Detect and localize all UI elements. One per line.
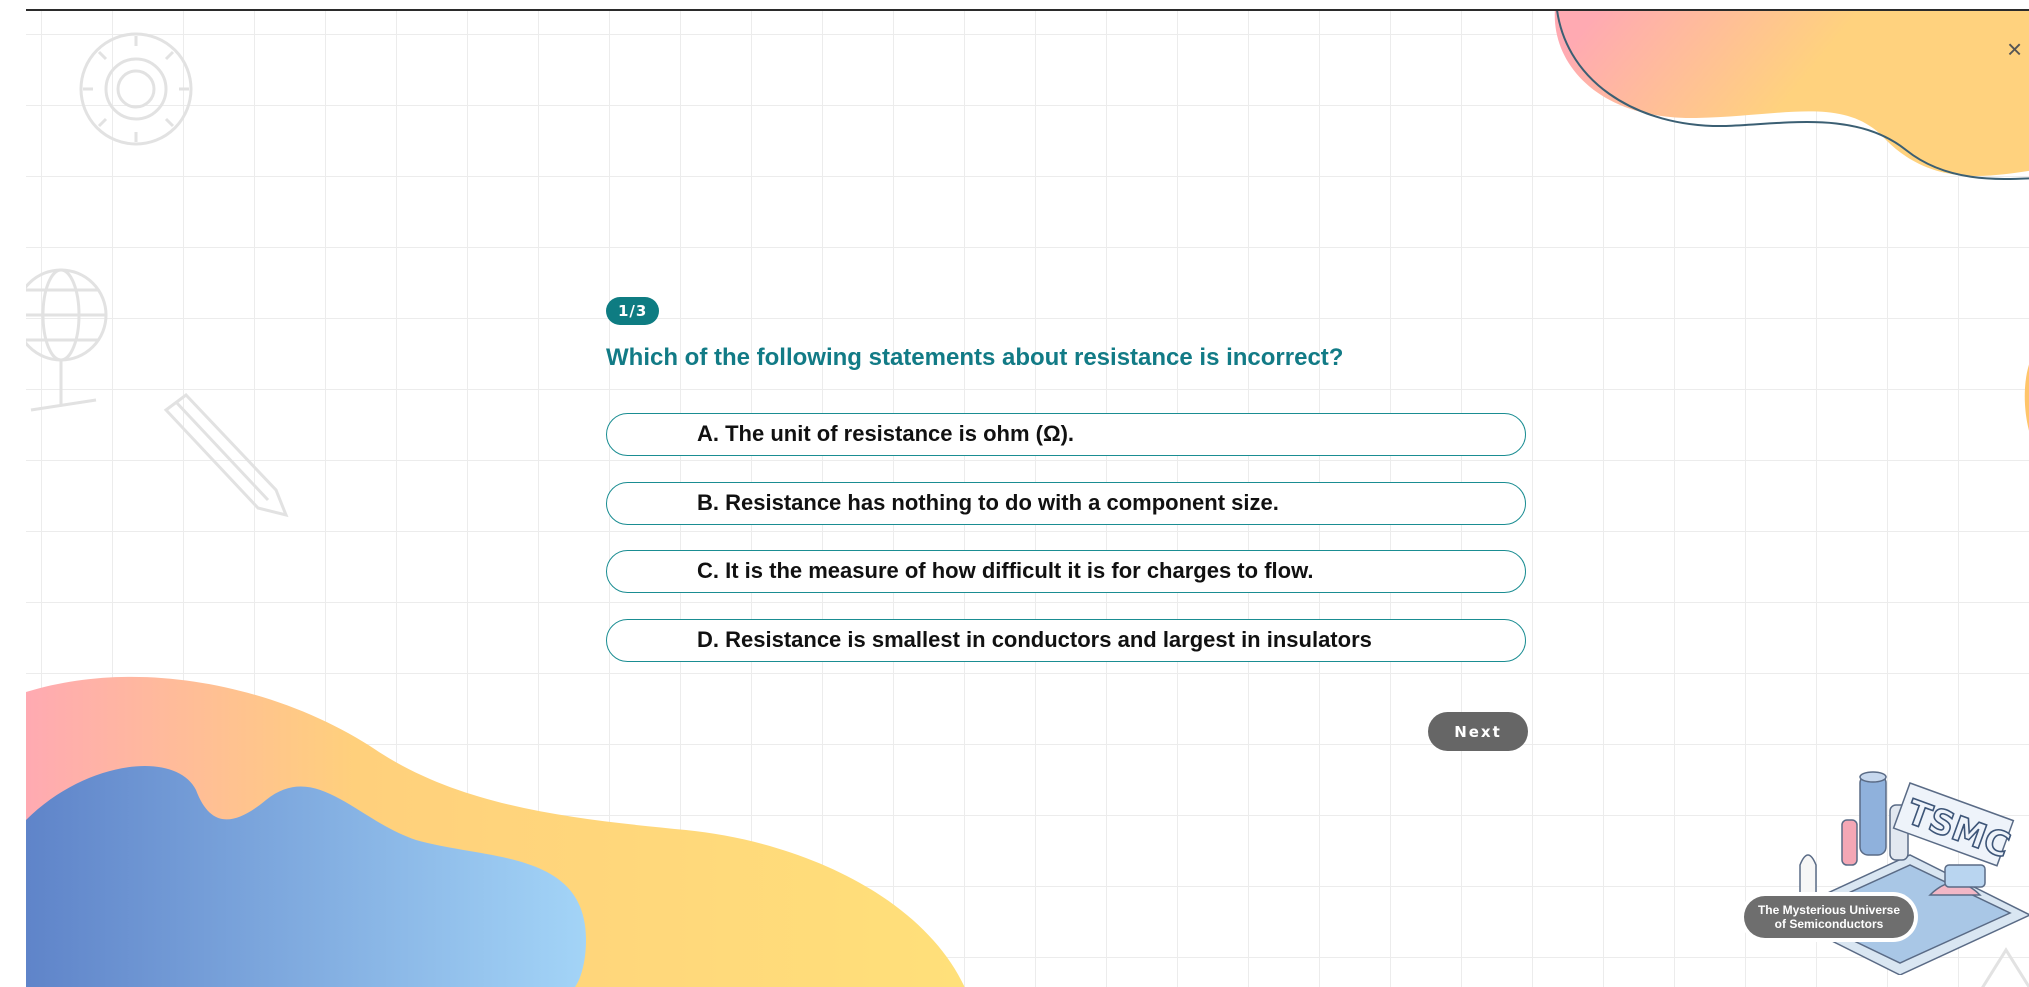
option-a[interactable]: A. The unit of resistance is ohm (Ω). [606, 413, 1526, 456]
decorative-doodle-bottom-right [1981, 947, 2029, 987]
option-c-label: C. It is the measure of how difficult it… [697, 558, 1314, 583]
option-b[interactable]: B. Resistance has nothing to do with a c… [606, 482, 1526, 525]
decorative-blob-top-right [1554, 10, 2029, 180]
logo-caption-line2: of Semiconductors [1774, 917, 1884, 931]
pencil-icon [163, 392, 289, 518]
decorative-blob-bottom-left [26, 676, 965, 987]
close-icon[interactable]: × [2007, 34, 2029, 64]
option-b-label: B. Resistance has nothing to do with a c… [697, 490, 1279, 515]
option-c[interactable]: C. It is the measure of how difficult it… [606, 550, 1526, 593]
logo-caption-badge: The Mysterious Universe of Semiconductor… [1744, 896, 1914, 938]
globe-icon [26, 268, 108, 412]
decorative-blob-right-edge [2024, 364, 2029, 431]
option-d[interactable]: D. Resistance is smallest in conductors … [606, 619, 1526, 662]
next-button[interactable]: Next [1428, 712, 1528, 751]
progress-badge: 1/3 [606, 297, 660, 325]
top-border-line [26, 9, 2029, 11]
option-a-label: A. The unit of resistance is ohm (Ω). [697, 421, 1075, 446]
quiz-stage: 1/3 Which of the following statements ab… [26, 10, 2029, 987]
quiz-panel: 1/3 Which of the following statements ab… [606, 297, 1529, 751]
question-text: Which of the following statements about … [606, 344, 1344, 371]
gear-icon [79, 32, 193, 146]
logo-caption-line1: The Mysterious Universe [1757, 903, 1901, 917]
option-d-label: D. Resistance is smallest in conductors … [697, 627, 1372, 652]
